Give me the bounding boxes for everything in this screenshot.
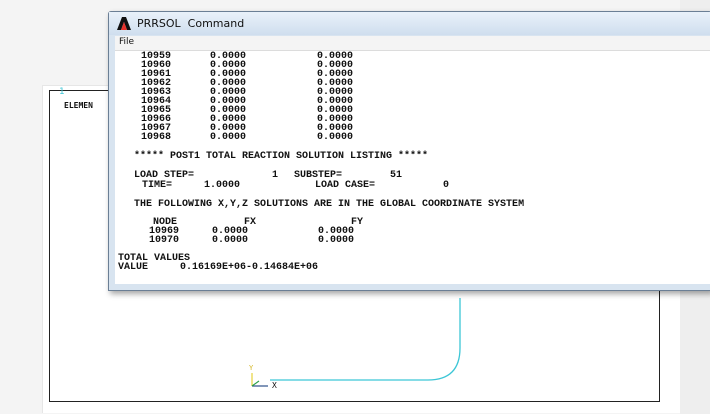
load-case-label: LOAD CASE= [315, 180, 376, 191]
coordinate-note: THE FOLLOWING X,Y,Z SOLUTIONS ARE IN THE… [134, 199, 525, 210]
model-outline [270, 298, 461, 381]
load-case-value: 0 [443, 180, 450, 191]
substep-value: 51 [390, 170, 403, 181]
window-title: PRRSOL Command [137, 17, 245, 30]
prrsol-command-window[interactable]: PRRSOL Command File 10959 0.0000 0.0000 … [108, 11, 710, 291]
load-step-value: 1 [272, 170, 279, 181]
title-bar[interactable]: PRRSOL Command [109, 12, 710, 35]
listing-output[interactable]: 10959 0.0000 0.0000 10960 0.0000 0.0000 … [115, 51, 710, 284]
time-label: TIME= [142, 180, 173, 191]
ansys-logo-icon [117, 17, 131, 30]
triad-x-label: X [272, 381, 277, 390]
value-label: VALUE [118, 262, 149, 273]
triad-z-axis [251, 380, 260, 387]
row-ux: 0.0000 [210, 132, 247, 143]
time-value: 1.0000 [204, 180, 241, 191]
row-uy: 0.0000 [317, 132, 354, 143]
menu-bar: File [115, 36, 710, 51]
reaction-row-fy: 0.0000 [318, 235, 355, 246]
triad-y-label: Y [249, 364, 254, 372]
menu-file[interactable]: File [119, 37, 134, 47]
reaction-row-node: 10970 [149, 235, 180, 246]
row-node: 10968 [141, 132, 172, 143]
value-text: 0.16169E+06-0.14684E+06 [180, 262, 319, 273]
listing-heading: ***** POST1 TOTAL REACTION SOLUTION LIST… [134, 151, 429, 162]
reaction-row-fx: 0.0000 [212, 235, 249, 246]
